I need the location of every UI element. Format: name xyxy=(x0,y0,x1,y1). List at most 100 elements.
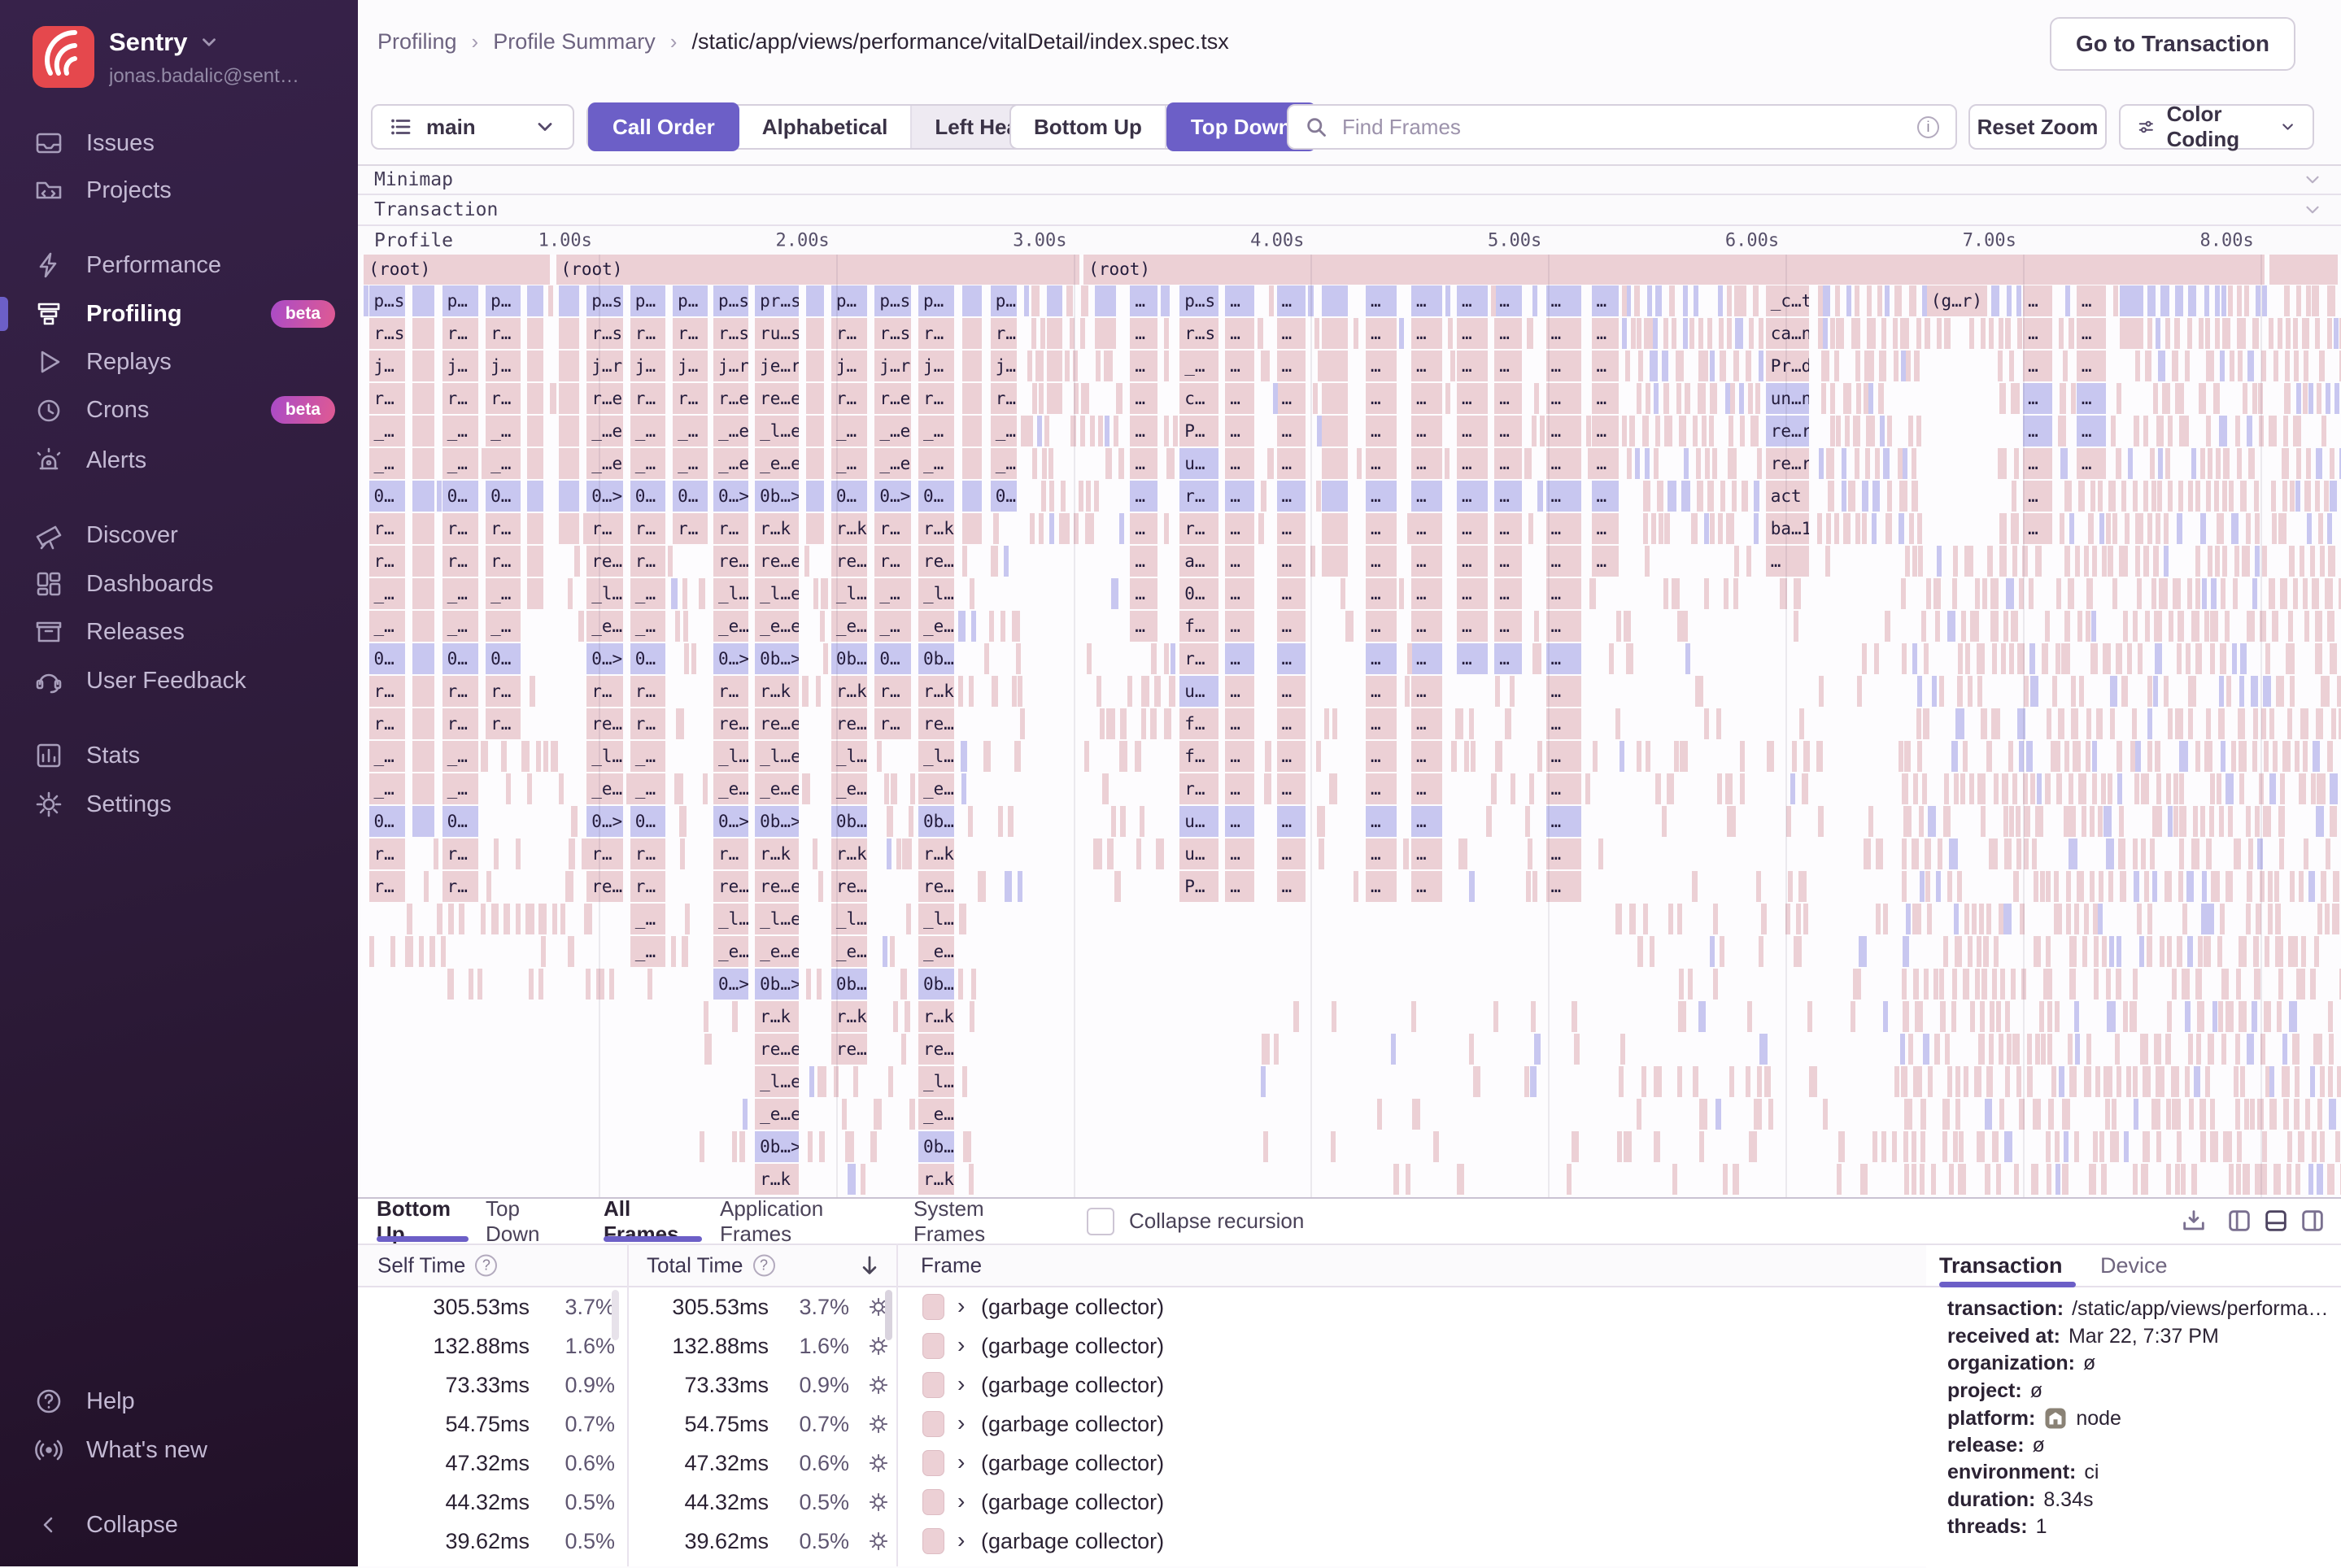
flame-cell[interactable] xyxy=(1093,838,1101,869)
flame-cell[interactable] xyxy=(1655,773,1661,804)
flame-cell[interactable] xyxy=(1938,838,1942,869)
flame-frame-cell[interactable]: … xyxy=(1494,383,1522,414)
flame-frame-cell[interactable]: _… xyxy=(1179,351,1218,381)
flame-cell[interactable] xyxy=(2160,936,2164,967)
flame-frame-cell[interactable]: r… xyxy=(442,383,478,414)
flame-frame-cell[interactable]: _… xyxy=(486,578,521,609)
flame-cell[interactable] xyxy=(1495,676,1500,707)
flame-frame-cell[interactable]: _… xyxy=(874,611,910,642)
flame-cell[interactable] xyxy=(1127,676,1132,707)
flame-cell[interactable] xyxy=(1989,838,1997,869)
flame-cell[interactable] xyxy=(1164,416,1169,446)
flame-cell[interactable] xyxy=(1150,708,1157,739)
flame-cell[interactable] xyxy=(1757,448,1762,479)
flame-cell[interactable] xyxy=(1951,741,1958,772)
flame-cell[interactable] xyxy=(2278,513,2287,544)
flame-cell[interactable] xyxy=(2096,708,2103,739)
flame-cell[interactable] xyxy=(1879,351,1887,381)
flame-frame-cell[interactable]: _… xyxy=(442,578,478,609)
flame-cell[interactable] xyxy=(1740,741,1745,772)
flame-frame-cell[interactable]: re…k xyxy=(586,708,622,739)
expand-chevron-icon[interactable]: › xyxy=(957,1527,965,1553)
flame-cell[interactable] xyxy=(1433,1131,1439,1162)
flame-cell[interactable] xyxy=(407,904,413,934)
flame-cell[interactable] xyxy=(1164,318,1169,349)
flame-cell[interactable] xyxy=(2082,936,2087,967)
flame-cell[interactable] xyxy=(2235,416,2240,446)
flame-cell[interactable] xyxy=(1486,806,1492,837)
flame-cell[interactable] xyxy=(1899,513,1904,544)
flame-cell[interactable] xyxy=(1667,481,1676,512)
flame-cell[interactable] xyxy=(2125,513,2130,544)
flame-cell[interactable] xyxy=(2128,448,2133,479)
flame-frame-cell[interactable]: j…r xyxy=(586,351,622,381)
flame-frame-cell[interactable] xyxy=(1095,285,1116,316)
flame-cell[interactable] xyxy=(1654,1066,1662,1097)
flame-cell[interactable] xyxy=(1650,351,1658,381)
flame-cell[interactable] xyxy=(1445,383,1450,414)
flame-frame-cell[interactable]: … xyxy=(1366,351,1397,381)
flame-cell[interactable] xyxy=(1391,1034,1396,1065)
flame-frame-cell[interactable]: un…n xyxy=(1766,383,1809,414)
flame-cell[interactable] xyxy=(2252,578,2257,609)
flame-cell[interactable] xyxy=(2168,416,2173,446)
flame-frame-cell[interactable]: _l…e xyxy=(918,741,954,772)
flame-cell[interactable] xyxy=(2078,773,2086,804)
flame-frame-cell[interactable] xyxy=(412,448,434,479)
flame-frame-cell[interactable]: r… xyxy=(918,383,954,414)
flame-cell[interactable] xyxy=(1740,773,1745,804)
flame-cell[interactable] xyxy=(1710,513,1715,544)
flame-cell[interactable] xyxy=(1906,904,1911,934)
flame-cell[interactable] xyxy=(1720,936,1724,967)
flame-frame-cell[interactable]: _l…e xyxy=(755,1066,799,1097)
flame-frame-cell[interactable]: re…e xyxy=(831,1034,867,1065)
flame-cell[interactable] xyxy=(2035,806,2043,837)
flame-cell[interactable] xyxy=(2258,383,2263,414)
flame-cell[interactable] xyxy=(2166,1164,2171,1195)
flame-cell[interactable] xyxy=(2043,969,2052,1000)
flame-cell[interactable] xyxy=(1035,351,1043,381)
flame-cell[interactable] xyxy=(2296,383,2301,414)
flame-cell[interactable] xyxy=(477,969,482,1000)
flame-cell[interactable] xyxy=(1655,416,1660,446)
flame-frame-cell[interactable]: j… xyxy=(918,351,954,381)
flame-frame-cell[interactable]: _… xyxy=(918,416,954,446)
flame-cell[interactable] xyxy=(2293,416,2301,446)
flame-cell[interactable] xyxy=(1086,481,1091,512)
flame-frame-cell[interactable]: (root) xyxy=(556,255,1079,285)
flame-frame-cell[interactable]: _…e xyxy=(586,448,622,479)
flame-cell[interactable] xyxy=(1902,838,1907,869)
flame-frame-cell[interactable]: … xyxy=(1546,318,1581,349)
flame-frame-cell[interactable]: … xyxy=(1411,285,1442,316)
flame-cell[interactable] xyxy=(2315,611,2322,642)
flame-frame-cell[interactable]: (root) xyxy=(364,255,549,285)
flame-cell[interactable] xyxy=(2016,285,2021,316)
flame-frame-cell[interactable] xyxy=(1322,351,1347,381)
flame-cell[interactable] xyxy=(1085,513,1094,544)
flame-cell[interactable] xyxy=(2153,546,2159,577)
flame-frame-cell[interactable]: … xyxy=(1457,643,1488,674)
flame-cell[interactable] xyxy=(596,969,605,1000)
flame-cell[interactable] xyxy=(2237,1131,2242,1162)
flame-cell[interactable] xyxy=(2040,871,2045,902)
flame-cell[interactable] xyxy=(1836,318,1844,349)
flame-frame-cell[interactable]: _… xyxy=(831,416,867,446)
flame-frame-cell[interactable]: r… xyxy=(486,513,521,544)
flame-cell[interactable] xyxy=(2215,546,2220,577)
flame-cell[interactable] xyxy=(1119,513,1124,544)
flame-cell[interactable] xyxy=(1650,936,1654,967)
flame-cell[interactable] xyxy=(1641,1066,1646,1097)
flame-frame-cell[interactable]: … xyxy=(1366,416,1397,446)
flame-cell[interactable] xyxy=(1975,578,1980,609)
flame-cell[interactable] xyxy=(1261,1066,1266,1097)
flame-cell[interactable] xyxy=(2109,936,2114,967)
flame-cell[interactable] xyxy=(2191,448,2196,479)
flame-cell[interactable] xyxy=(1937,546,1942,577)
flame-cell[interactable] xyxy=(2068,578,2074,609)
flame-cell[interactable] xyxy=(2034,936,2041,967)
flame-frame-cell[interactable]: 0… xyxy=(630,481,665,512)
flame-cell[interactable] xyxy=(1357,448,1362,479)
flame-cell[interactable] xyxy=(2145,611,2150,642)
flame-frame-cell[interactable]: … xyxy=(1225,773,1254,804)
flame-frame-cell[interactable]: … xyxy=(1457,351,1488,381)
